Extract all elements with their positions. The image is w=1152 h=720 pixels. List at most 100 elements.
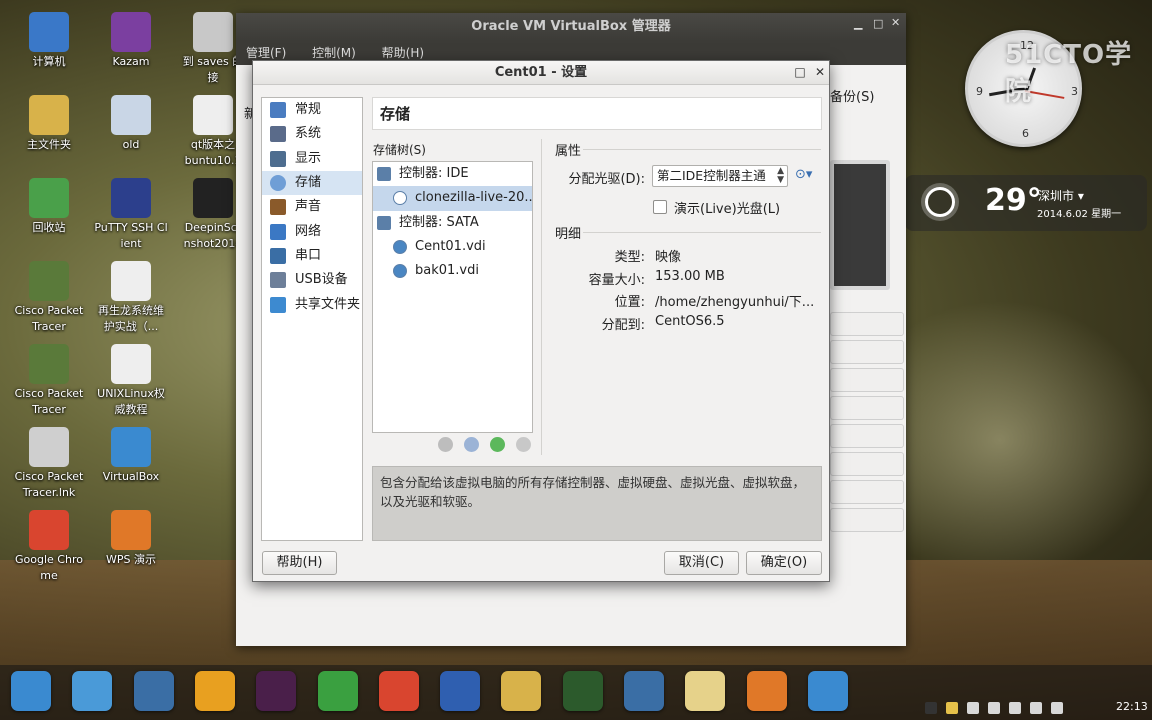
- desktop-icon-cisco-packet-tracer[interactable]: Cisco Packet Tracer: [8, 261, 90, 335]
- storage-tree[interactable]: 控制器: IDE clonezilla-live-20... 控制器: SATA Ce…: [372, 161, 533, 433]
- desktop-icon-old-folder[interactable]: old: [90, 95, 172, 153]
- add-attachment-icon[interactable]: [490, 437, 505, 452]
- details-title: 明细: [555, 227, 582, 242]
- tree-controller[interactable]: 控制器: IDE: [373, 162, 532, 186]
- tree-attachment[interactable]: clonezilla-live-20...: [373, 186, 532, 211]
- ok-button[interactable]: 确定(O): [746, 551, 822, 575]
- live-cd-checkbox[interactable]: [653, 200, 667, 214]
- desktop-icon-home-folder[interactable]: 主文件夹: [8, 95, 90, 153]
- nav-item-shared-folders[interactable]: 共享文件夹: [262, 292, 362, 316]
- desktop-icon-kazam[interactable]: Kazam: [90, 12, 172, 70]
- desktop-icon-wps-presentation[interactable]: WPS 演示: [90, 510, 172, 568]
- divider: [583, 232, 821, 233]
- wifi-icon[interactable]: [988, 702, 1000, 714]
- desktop-icon-label: PuTTY SSH Cl ient: [94, 221, 168, 250]
- dock-text-editor-icon[interactable]: [685, 671, 726, 711]
- nav-item-usb[interactable]: USB设备: [262, 268, 362, 292]
- desktop-icon-cisco-lnk[interactable]: Cisco Packet Tracer.lnk: [8, 427, 90, 501]
- add-controller-icon[interactable]: [438, 437, 453, 452]
- minimize-icon[interactable]: ▁: [854, 17, 862, 30]
- desktop-icon-virtualbox[interactable]: VirtualBox: [90, 427, 172, 485]
- dock-remote-desktop-icon[interactable]: [133, 671, 174, 711]
- desktop-icon-putty[interactable]: PuTTY SSH Cl ient: [90, 178, 172, 252]
- manager-title: Oracle VM VirtualBox 管理器: [236, 13, 906, 41]
- general-icon: [270, 102, 286, 119]
- saves-link-icon: [193, 12, 233, 52]
- menu-manage[interactable]: 管理(F): [246, 46, 286, 60]
- nav-item-label: 常规: [295, 102, 322, 118]
- dock-music-player-icon[interactable]: [194, 671, 235, 711]
- close-icon[interactable]: ✕: [811, 63, 829, 81]
- desktop-icon-cisco-packet-tracer-2[interactable]: Cisco Packet Tracer: [8, 344, 90, 418]
- tree-attachment[interactable]: bak01.vdi: [373, 259, 532, 283]
- settings-nav: 常规系统显示 存储 声音 网络串口 USB设备 共享文件夹: [261, 97, 363, 541]
- details-row: [830, 368, 904, 392]
- power-icon[interactable]: [1051, 702, 1063, 714]
- remove-controller-icon[interactable]: [464, 437, 479, 452]
- nav-item-system[interactable]: 系统: [262, 122, 362, 146]
- nav-item-display[interactable]: 显示: [262, 147, 362, 171]
- live-cd-label[interactable]: 演示(Live)光盘(L): [674, 198, 780, 217]
- nav-item-storage[interactable]: 存储: [262, 170, 362, 196]
- tray-icon[interactable]: [925, 702, 937, 714]
- nav-item-general[interactable]: 常规: [262, 98, 362, 122]
- hard-disk-icon: [393, 240, 407, 255]
- dock-file-manager-icon[interactable]: [501, 671, 542, 711]
- desktop-icon-label: old: [122, 138, 140, 151]
- unix-linux-book-icon: [111, 344, 151, 384]
- detail-value: 映像: [655, 250, 682, 265]
- desktop-icon-computer[interactable]: 计算机: [8, 12, 90, 70]
- dock-launcher-icon[interactable]: [11, 671, 51, 711]
- weather-widget: 29° 深圳市 ▾ 2014.6.02 星期一: [905, 175, 1147, 231]
- maximize-icon[interactable]: □: [873, 17, 883, 30]
- clock-number: 9: [976, 85, 983, 98]
- desktop-icon-recovery-book[interactable]: 再生龙系统维 护实战（...: [90, 261, 172, 335]
- tree-controller[interactable]: 控制器: SATA: [373, 211, 532, 235]
- volume-icon[interactable]: [1030, 702, 1042, 714]
- dock-google-chrome-icon[interactable]: [378, 671, 419, 711]
- dock-wps-presentation-icon[interactable]: [746, 671, 787, 711]
- nav-item-serial-ports[interactable]: 串口: [262, 244, 362, 268]
- maximize-icon[interactable]: □: [791, 63, 809, 81]
- details-row: [830, 508, 904, 532]
- clock-time[interactable]: 22:13: [1116, 700, 1148, 713]
- help-button[interactable]: 帮助(H): [262, 551, 337, 575]
- dock-spreadsheet-icon[interactable]: [317, 671, 358, 711]
- dock-virtualbox-icon[interactable]: [624, 671, 664, 711]
- desktop-icon-unix-linux-book[interactable]: UNIXLinux权 威教程: [90, 344, 172, 418]
- close-icon[interactable]: ✕: [891, 16, 900, 29]
- dock-image-viewer-icon[interactable]: [72, 671, 113, 711]
- weather-city[interactable]: 深圳市 ▾: [1038, 187, 1084, 204]
- desktop-icon-trash[interactable]: 回收站: [8, 178, 90, 236]
- dock-image-editor-icon[interactable]: [562, 671, 603, 711]
- nav-item-label: 系统: [295, 126, 322, 142]
- tree-attachment[interactable]: Cent01.vdi: [373, 235, 532, 259]
- tree-item-label: 控制器: SATA: [399, 214, 479, 230]
- recovery-book-icon: [111, 261, 151, 301]
- usb-icon[interactable]: [1009, 702, 1021, 714]
- disc-menu-icon[interactable]: ⊙▾: [795, 167, 812, 182]
- backup-button[interactable]: 备份(S): [830, 86, 874, 105]
- desktop-icon-google-chrome[interactable]: Google Chro me: [8, 510, 90, 584]
- dock-system-monitor-icon[interactable]: [807, 671, 848, 711]
- detail-value: /home/zhengyunhui/下...: [655, 295, 815, 311]
- details-row: [830, 312, 904, 336]
- drive-select[interactable]: 第二IDE控制器主通 ▲ ▼: [652, 165, 788, 187]
- notes-icon[interactable]: [946, 702, 958, 714]
- usb-icon: [270, 272, 286, 289]
- home-folder-icon: [29, 95, 69, 135]
- menu-control[interactable]: 控制(M): [312, 46, 356, 60]
- hard-disk-icon: [393, 264, 407, 279]
- dock-wps-writer-icon[interactable]: [440, 671, 481, 711]
- nav-item-audio[interactable]: 声音: [262, 195, 362, 219]
- dock-terminal-icon[interactable]: [256, 671, 297, 711]
- keyboard-icon[interactable]: [967, 702, 979, 714]
- nav-item-label: 串口: [295, 247, 322, 263]
- putty-icon: [111, 178, 151, 218]
- tree-toolbar: [438, 437, 531, 452]
- cancel-button[interactable]: 取消(C): [664, 551, 739, 575]
- menu-help[interactable]: 帮助(H): [382, 46, 424, 60]
- sun-icon: [925, 187, 955, 217]
- remove-attachment-icon[interactable]: [516, 437, 531, 452]
- nav-item-network[interactable]: 网络: [262, 219, 362, 243]
